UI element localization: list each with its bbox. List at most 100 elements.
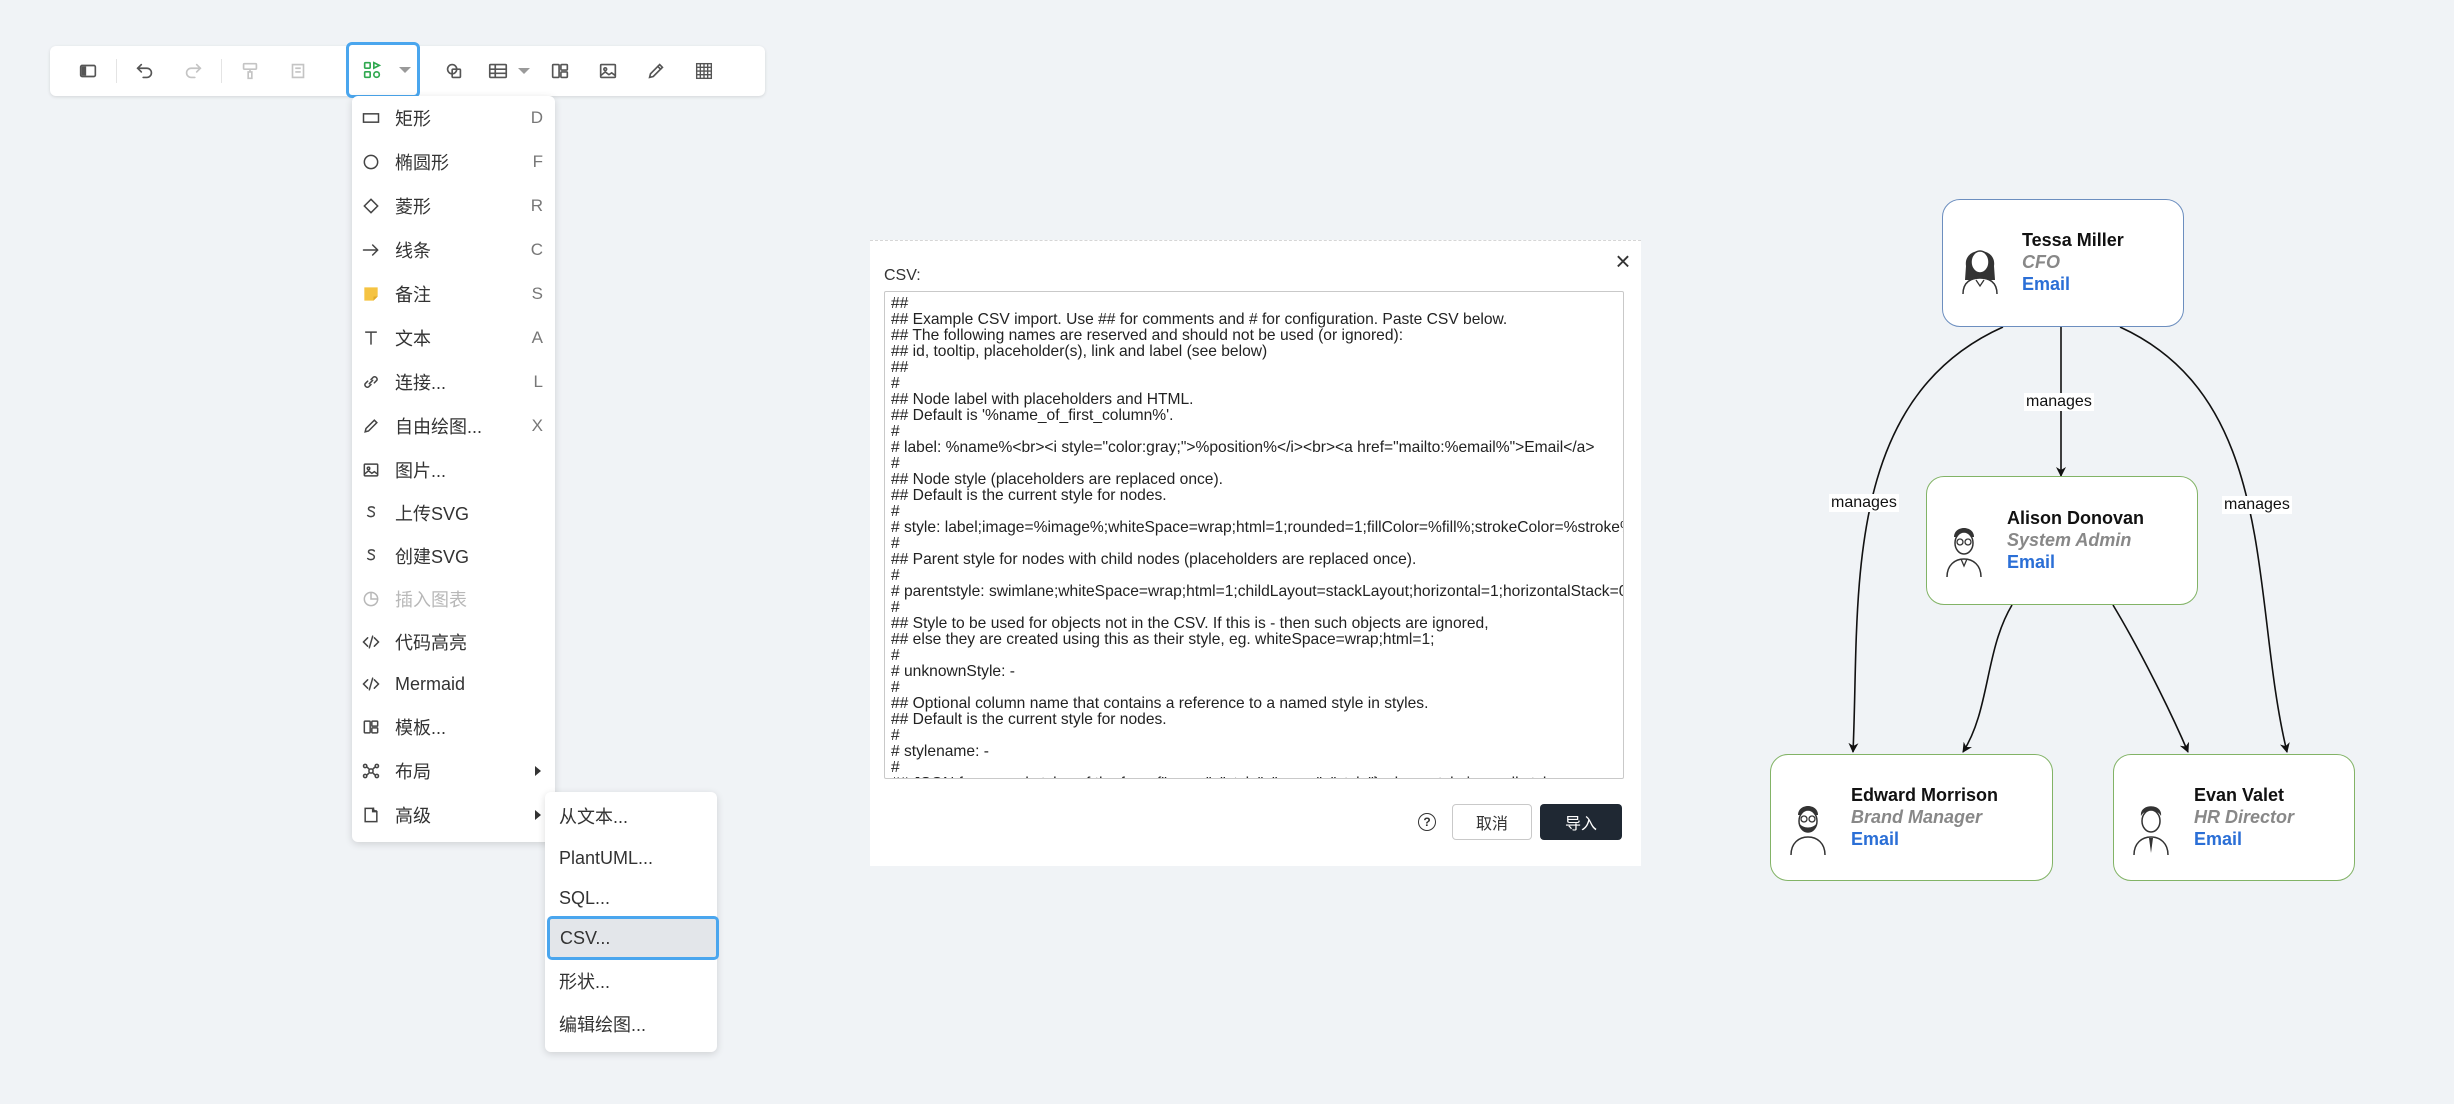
node-name: Tessa Miller [2022, 230, 2124, 250]
shortcut-key: X [531, 416, 543, 435]
menu-item-label: 模板... [395, 718, 447, 738]
man-glasses-avatar-icon [1946, 528, 1982, 577]
menu-item-rhombus[interactable]: 菱形 R [352, 188, 555, 224]
menu-item-svg-create[interactable]: 创建SVG [352, 538, 555, 574]
insert-button[interactable] [346, 42, 420, 98]
shortcut-key: C [530, 240, 543, 259]
node-name: Evan Valet [2194, 785, 2285, 805]
menu-item-label: 备注 [395, 285, 431, 305]
shortcut-key: S [531, 284, 543, 303]
edge-label-manages: manages [1829, 494, 1899, 512]
node-position: System Admin [2007, 530, 2132, 550]
pen-icon[interactable] [632, 51, 680, 91]
submenu-item[interactable]: PlantUML... [545, 840, 717, 876]
node-position: HR Director [2194, 807, 2295, 827]
sidebar-toggle-icon[interactable] [64, 51, 112, 91]
chart-icon [360, 588, 382, 610]
menu-item-arrow-line[interactable]: 线条 C [352, 232, 555, 268]
freehand-icon [360, 415, 382, 437]
menu-item-mermaid[interactable]: Mermaid [352, 666, 555, 702]
ellipse-icon [360, 151, 382, 173]
template-icon[interactable] [536, 51, 584, 91]
menu-item-chart[interactable]: 插入图表 [352, 581, 555, 617]
menu-item-label: 椭圆形 [395, 153, 449, 173]
node-name: Alison Donovan [2007, 508, 2145, 528]
image-icon [360, 459, 382, 481]
shortcut-key: R [530, 196, 543, 215]
template-icon [360, 716, 382, 738]
menu-item-rectangle[interactable]: 矩形 D [352, 100, 555, 136]
man-avatar-icon [2133, 806, 2169, 855]
menu-item-label: 文本 [395, 329, 431, 349]
shortcut-key: F [532, 152, 543, 171]
submenu-item[interactable]: 编辑绘图... [545, 1006, 717, 1042]
menu-item-label: 创建SVG [395, 547, 470, 567]
menu-item-image[interactable]: 图片... [352, 452, 555, 488]
menu-item-freehand[interactable]: 自由绘图... X [352, 408, 555, 444]
org-node-alison[interactable]: Alison Donovan System Admin Email [1926, 476, 2198, 605]
org-node-tessa[interactable]: Tessa Miller CFO Email [1942, 199, 2184, 327]
text-icon [360, 327, 382, 349]
grid-icon[interactable] [680, 51, 728, 91]
layout-icon [360, 760, 382, 782]
node-email-link[interactable]: Email [1851, 829, 1899, 850]
table-icon[interactable] [478, 51, 518, 91]
menu-item-label: 上传SVG [395, 504, 470, 524]
man-beard-avatar-icon [1790, 806, 1826, 855]
menu-item-label: 图片... [395, 461, 447, 481]
toolbar-divider [116, 59, 117, 83]
table-dropdown-caret[interactable] [518, 68, 530, 74]
undo-icon[interactable] [121, 51, 169, 91]
menu-item-text[interactable]: 文本 A [352, 320, 555, 356]
org-node-edward[interactable]: Edward Morrison Brand Manager Email [1770, 754, 2053, 881]
shapes-icon[interactable] [430, 51, 478, 91]
advanced-icon [360, 804, 382, 826]
node-email-link[interactable]: Email [2022, 274, 2070, 295]
node-position: CFO [2022, 252, 2060, 272]
menu-item-link[interactable]: 连接... L [352, 364, 555, 400]
clear-format-icon[interactable] [274, 51, 322, 91]
cancel-button[interactable]: 取消 [1452, 804, 1532, 840]
menu-item-advanced[interactable]: 高级 [352, 797, 555, 833]
submenu-item[interactable]: 从文本... [545, 798, 717, 834]
redo-icon[interactable] [169, 51, 217, 91]
help-icon[interactable]: ? [1418, 813, 1436, 831]
menu-item-ellipse[interactable]: 椭圆形 F [352, 144, 555, 180]
node-email-link[interactable]: Email [2194, 829, 2242, 850]
format-painter-icon[interactable] [226, 51, 274, 91]
node-email-link[interactable]: Email [2007, 552, 2055, 573]
menu-item-svg-upload[interactable]: 上传SVG [352, 495, 555, 531]
shortcut-key: L [533, 372, 543, 391]
insert-dropdown-caret[interactable] [399, 67, 411, 73]
mermaid-icon [360, 673, 382, 695]
submenu-item[interactable]: SQL... [545, 880, 717, 916]
menu-item-label: 代码高亮 [395, 633, 467, 653]
shortcut-key: A [531, 328, 543, 347]
menu-item-label: 连接... [395, 373, 447, 393]
menu-item-label: 自由绘图... [395, 417, 483, 437]
menu-item-label: 矩形 [395, 109, 431, 129]
image-icon[interactable] [584, 51, 632, 91]
close-icon[interactable]: × [1609, 247, 1637, 275]
org-node-evan[interactable]: Evan Valet HR Director Email [2113, 754, 2355, 881]
menu-item-code[interactable]: 代码高亮 [352, 624, 555, 660]
csv-textarea[interactable]: ## ## Example CSV import. Use ## for com… [884, 291, 1624, 779]
menu-item-sticky-note[interactable]: 备注 S [352, 276, 555, 312]
menu-item-label: 布局 [395, 762, 431, 782]
menu-item-label: 高级 [395, 806, 431, 826]
menu-item-label: 插入图表 [395, 590, 467, 610]
submenu-item[interactable]: CSV... [547, 916, 719, 960]
menu-item-layout[interactable]: 布局 [352, 753, 555, 789]
menu-item-label: 线条 [395, 241, 431, 261]
submenu-item[interactable]: 形状... [545, 963, 717, 999]
insert-menu: 矩形 D 椭圆形 F 菱形 R 线条 C 备注 S 文本 A 连接... L 自由绘图... X 图片... 上传… [352, 96, 555, 842]
rhombus-icon [360, 195, 382, 217]
toolbar-divider [221, 59, 222, 83]
menu-item-template[interactable]: 模板... [352, 709, 555, 745]
import-button[interactable]: 导入 [1540, 804, 1622, 840]
shortcut-key: D [530, 108, 543, 127]
svg-upload-icon [360, 502, 382, 524]
csv-label: CSV: [884, 267, 921, 284]
link-icon [360, 371, 382, 393]
submenu-arrow-icon [535, 766, 541, 776]
